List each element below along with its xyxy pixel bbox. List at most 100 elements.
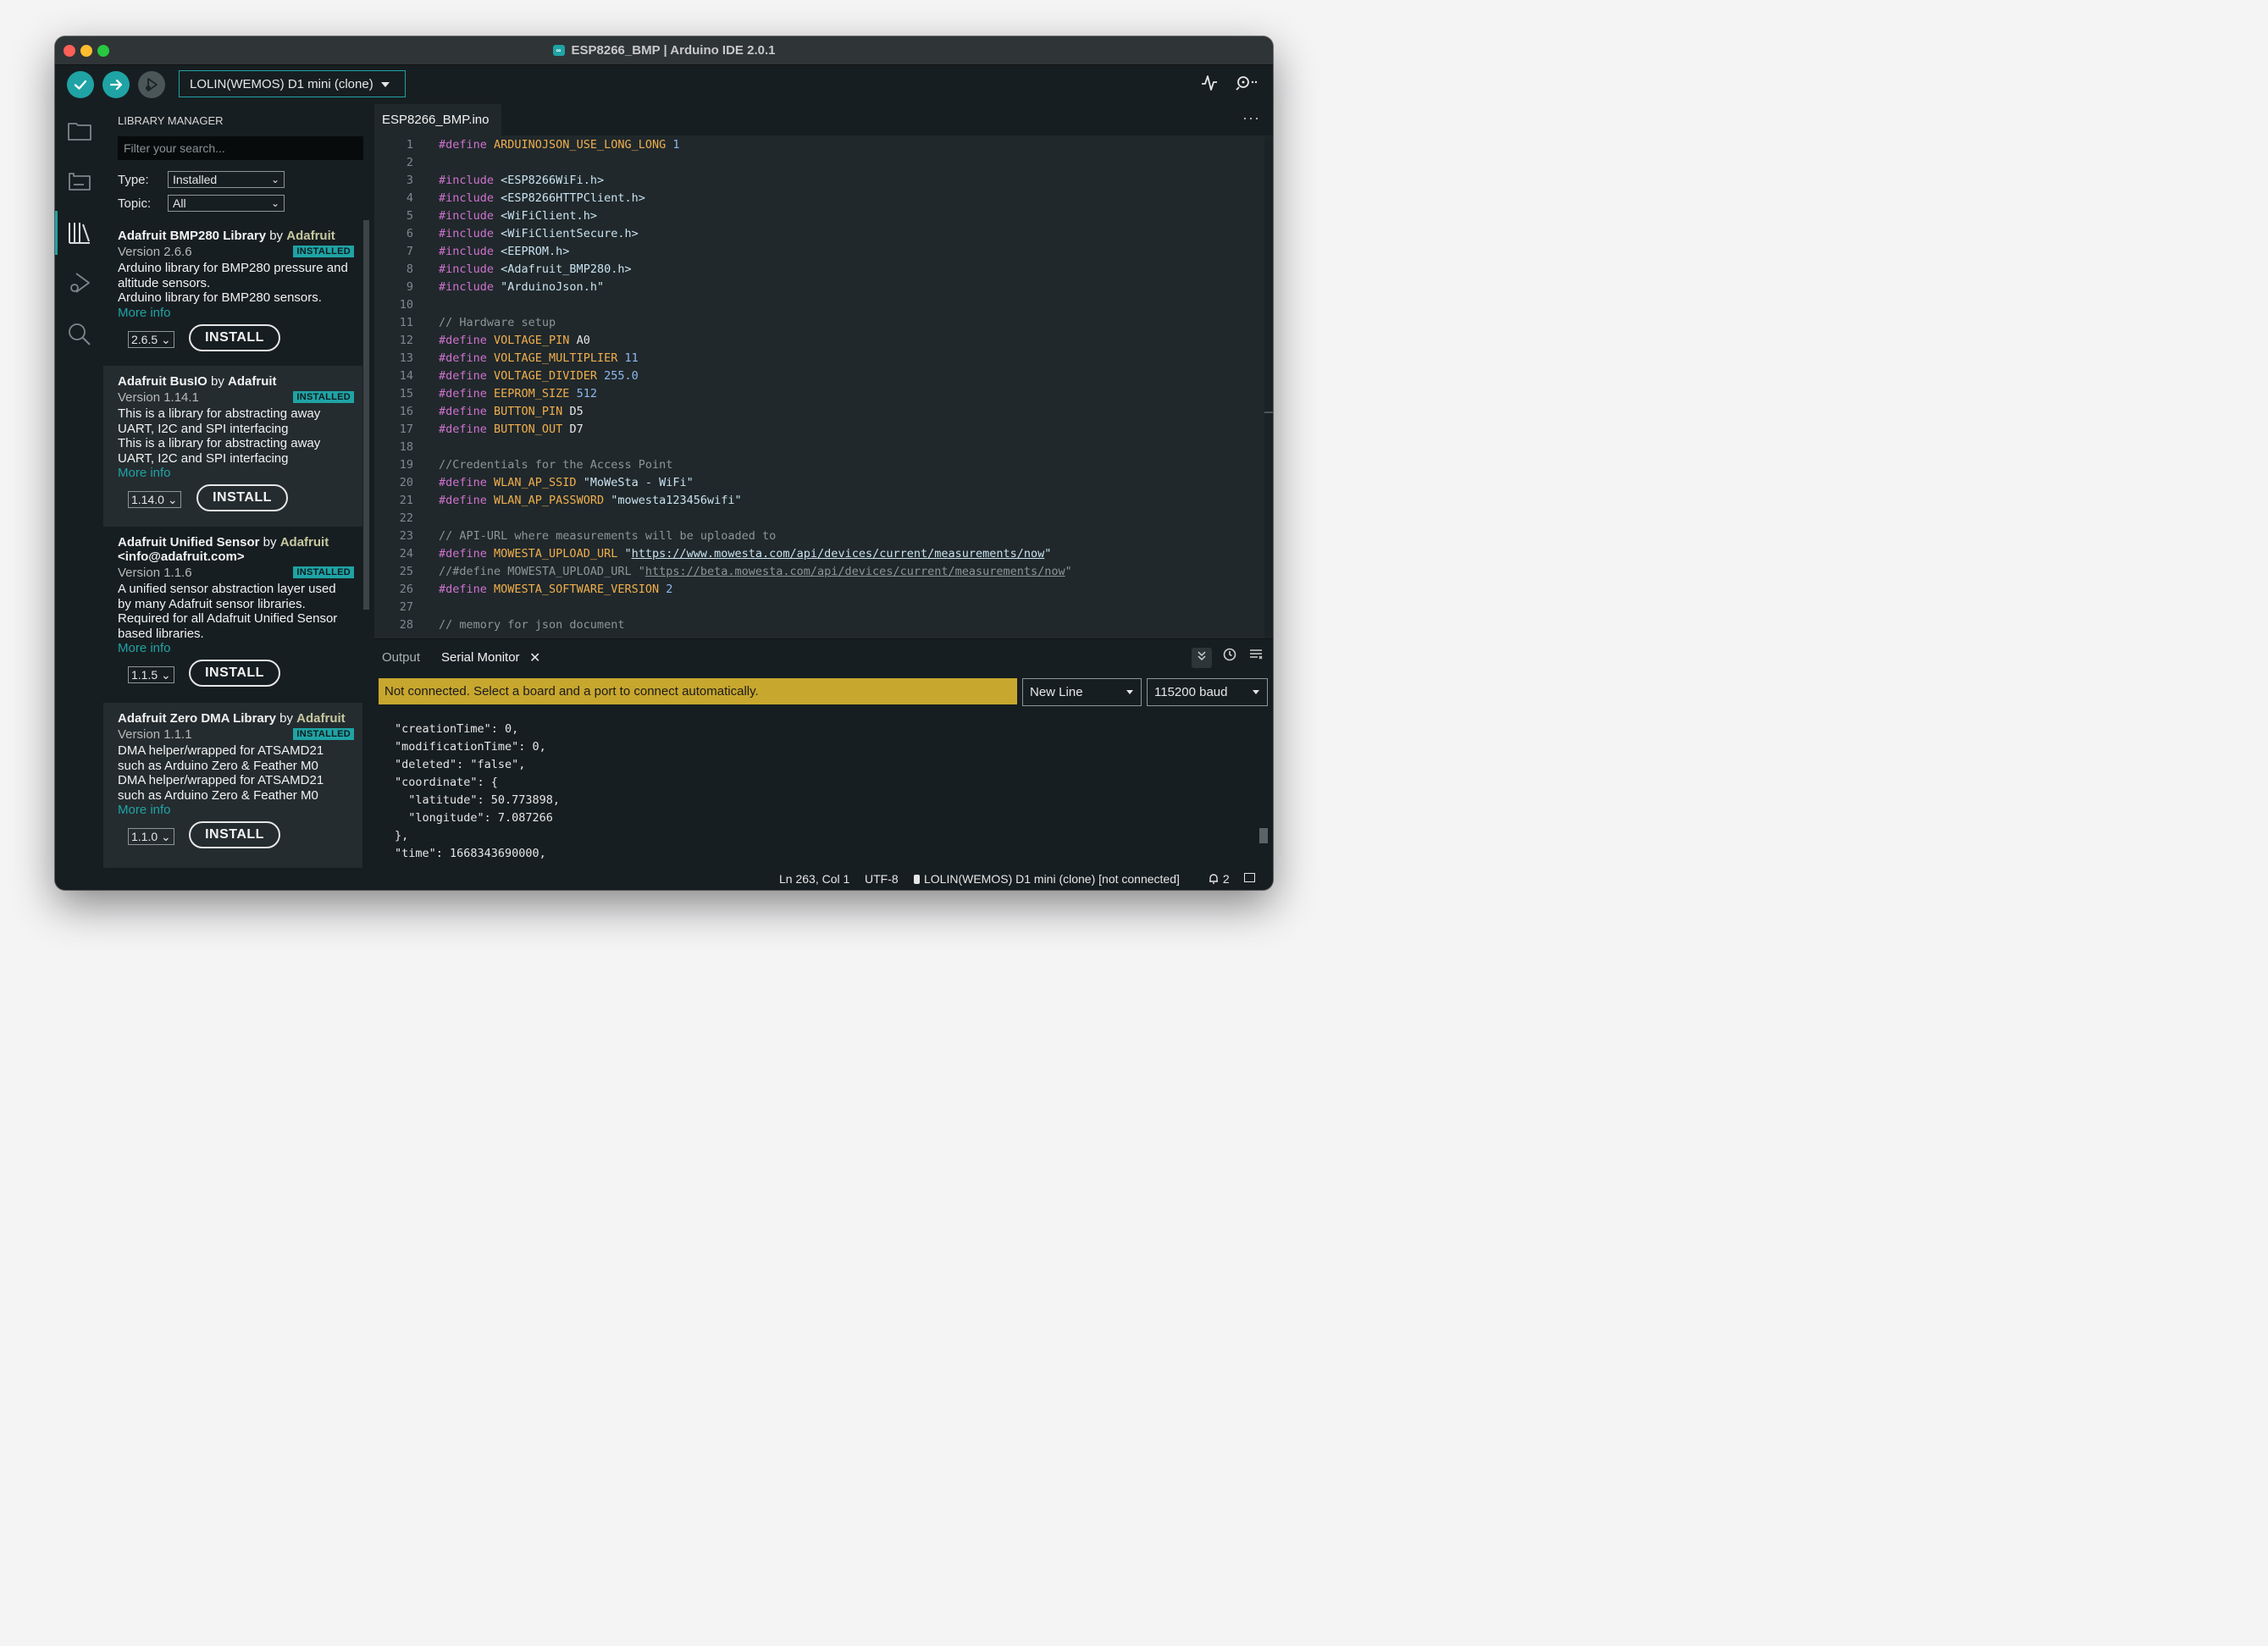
library-actions: 2.6.5 ⌄ INSTALL	[118, 323, 354, 365]
autoscroll-button[interactable]	[1192, 648, 1212, 668]
baud-rate-select[interactable]: 115200 baud	[1147, 678, 1268, 706]
board-selector[interactable]: LOLIN(WEMOS) D1 mini (clone)	[179, 70, 406, 97]
verify-button[interactable]	[67, 71, 94, 98]
version-select[interactable]: 1.14.0 ⌄	[128, 491, 181, 508]
notifications[interactable]: 2	[1208, 872, 1230, 886]
more-info-link[interactable]: More info	[118, 306, 354, 321]
file-encoding[interactable]: UTF-8	[865, 872, 899, 886]
boards-manager-button[interactable]	[67, 168, 92, 194]
code-line[interactable]: 13 #define VOLTAGE_MULTIPLIER 11	[374, 350, 1264, 367]
install-button[interactable]: INSTALL	[196, 484, 288, 511]
line-number: 27	[399, 600, 413, 614]
code-line[interactable]: 23 // API-URL where measurements will be …	[374, 527, 1264, 545]
timestamp-button[interactable]	[1220, 648, 1240, 668]
topic-filter-select[interactable]: All ⌄	[168, 195, 285, 212]
version-select[interactable]: 1.1.0 ⌄	[128, 828, 174, 845]
status-bar: Ln 263, Col 1 UTF-8 LOLIN(WEMOS) D1 mini…	[55, 868, 1273, 890]
line-number: 13	[399, 351, 413, 365]
code-line[interactable]: 16 #define BUTTON_PIN D5	[374, 403, 1264, 421]
code-line[interactable]: 7 #include <EEPROM.h>	[374, 243, 1264, 261]
cursor-position[interactable]: Ln 263, Col 1	[779, 872, 849, 886]
code-token: EEPROM_SIZE	[494, 387, 570, 400]
more-info-link[interactable]: More info	[118, 466, 354, 481]
install-button[interactable]: INSTALL	[189, 323, 280, 351]
code-area[interactable]: 1 #define ARDUINOJSON_USE_LONG_LONG 1 2 3 #i…	[374, 136, 1264, 639]
code-token: "mowesta123456wifi"	[604, 494, 742, 507]
clock-icon	[1223, 648, 1236, 661]
code-line[interactable]: 17 #define BUTTON_OUT D7	[374, 421, 1264, 439]
code-line[interactable]: 18	[374, 439, 1264, 456]
code-line[interactable]: 10	[374, 296, 1264, 314]
code-line[interactable]: 5 #include <WiFiClient.h>	[374, 207, 1264, 225]
library-manager-button[interactable]	[67, 220, 92, 246]
install-button[interactable]: INSTALL	[189, 821, 280, 848]
code-line[interactable]: 8 #include <Adafruit_BMP280.h>	[374, 261, 1264, 279]
editor-divider	[374, 638, 1273, 639]
active-view-indicator	[55, 211, 58, 255]
library-actions: 1.1.0 ⌄ INSTALL	[118, 821, 354, 862]
sketchbook-button[interactable]	[67, 118, 92, 143]
more-icon[interactable]: ···	[1242, 109, 1260, 127]
serial-monitor-button[interactable]	[1235, 74, 1260, 97]
code-line[interactable]: 2	[374, 154, 1264, 172]
debug-view-button[interactable]	[67, 270, 92, 296]
notification-bell-icon	[1209, 874, 1218, 884]
debug-button[interactable]	[138, 71, 165, 98]
more-info-link[interactable]: More info	[118, 803, 354, 818]
code-line[interactable]: 6 #include <WiFiClientSecure.h>	[374, 225, 1264, 243]
code-line[interactable]: 24 #define MOWESTA_UPLOAD_URL "https://ww…	[374, 545, 1264, 563]
code-line[interactable]: 22	[374, 510, 1264, 527]
code-line[interactable]: 3 #include <ESP8266WiFi.h>	[374, 172, 1264, 190]
code-line[interactable]: 1 #define ARDUINOJSON_USE_LONG_LONG 1	[374, 136, 1264, 154]
code-line[interactable]: 20 #define WLAN_AP_SSID "MoWeSta - WiFi"	[374, 474, 1264, 492]
chevron-down-icon	[1253, 690, 1259, 694]
code-token: D7	[562, 423, 584, 436]
more-info-link[interactable]: More info	[118, 641, 354, 656]
library-list: Adafruit BMP280 Library by Adafruit Vers…	[103, 220, 362, 868]
line-number: 25	[399, 565, 413, 578]
code-line[interactable]: 4 #include <ESP8266HTTPClient.h>	[374, 190, 1264, 207]
serial-plotter-button[interactable]	[1200, 74, 1219, 97]
line-number: 17	[399, 423, 413, 436]
code-token: 255.0	[596, 369, 639, 383]
library-list-scrollbar[interactable]	[363, 220, 369, 610]
serial-output[interactable]: "creationTime": 0, "modificationTime": 0,…	[395, 721, 1242, 866]
search-button[interactable]	[67, 322, 92, 347]
library-search-input[interactable]	[118, 136, 363, 160]
library-author: Adafruit	[296, 711, 346, 726]
version-select[interactable]: 1.1.5 ⌄	[128, 666, 174, 683]
line-ending-select[interactable]: New Line	[1022, 678, 1142, 706]
baud-rate-value: 115200 baud	[1154, 685, 1228, 699]
tab-serial-monitor[interactable]: Serial Monitor	[441, 650, 520, 665]
type-filter-select[interactable]: Installed ⌄	[168, 171, 285, 188]
code-token: // memory for json document	[439, 618, 625, 632]
code-line[interactable]: 27	[374, 599, 1264, 616]
code-line[interactable]: 19 //Credentials for the Access Point	[374, 456, 1264, 474]
line-ending-value: New Line	[1030, 685, 1083, 699]
bottom-panel-tabs: Output Serial Monitor ✕	[374, 640, 1273, 674]
install-button[interactable]: INSTALL	[189, 660, 280, 687]
serial-line: "longitude": 7.087266	[395, 811, 553, 825]
code-line[interactable]: 28 // memory for json document	[374, 616, 1264, 634]
version-select[interactable]: 2.6.5 ⌄	[128, 330, 174, 348]
code-line[interactable]: 11 // Hardware setup	[374, 314, 1264, 332]
serial-output-scrollbar[interactable]	[1259, 828, 1268, 843]
upload-button[interactable]	[102, 71, 130, 98]
clear-output-button[interactable]	[1246, 648, 1266, 668]
code-line[interactable]: 25 //#define MOWESTA_UPLOAD_URL "https://…	[374, 563, 1264, 581]
panel-layout-icon[interactable]	[1244, 873, 1255, 882]
code-line[interactable]: 14 #define VOLTAGE_DIVIDER 255.0	[374, 367, 1264, 385]
editor-scrollbar[interactable]	[1264, 136, 1273, 639]
code-line[interactable]: 15 #define EEPROM_SIZE 512	[374, 385, 1264, 403]
line-number: 8	[406, 262, 413, 276]
code-line[interactable]: 21 #define WLAN_AP_PASSWORD "mowesta12345…	[374, 492, 1264, 510]
library-by: by	[266, 229, 287, 243]
code-line[interactable]: 26 #define MOWESTA_SOFTWARE_VERSION 2	[374, 581, 1264, 599]
tab-output[interactable]: Output	[382, 650, 420, 665]
code-token: #include	[439, 245, 501, 258]
code-line[interactable]: 9 #include "ArduinoJson.h"	[374, 279, 1264, 296]
code-line[interactable]: 12 #define VOLTAGE_PIN A0	[374, 332, 1264, 350]
tab-sketch-file[interactable]: ESP8266_BMP.ino	[374, 104, 501, 135]
close-icon[interactable]: ✕	[529, 649, 540, 666]
board-status[interactable]: LOLIN(WEMOS) D1 mini (clone) [not connec…	[914, 872, 1180, 886]
